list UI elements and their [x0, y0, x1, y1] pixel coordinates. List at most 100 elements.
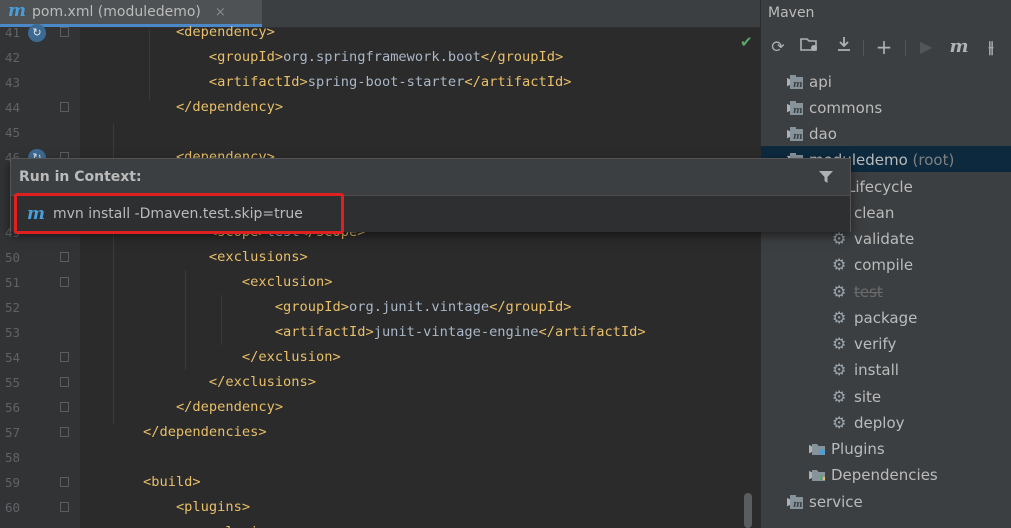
code-line[interactable]: 59 <build> — [0, 470, 760, 495]
line-number: 59 — [4, 475, 20, 490]
lifecycle-goal-test[interactable]: ⚙ test — [832, 279, 883, 305]
code-text: <plugin> — [110, 520, 275, 528]
tree-dependencies[interactable]: ▶Dependencies — [809, 462, 938, 488]
ide-window: m pom.xml (moduledemo) × 41 ↻ <dependency… — [0, 0, 1011, 528]
maven-module-icon: m — [790, 101, 803, 116]
download-icon[interactable] — [832, 35, 856, 59]
line-number: 56 — [4, 400, 20, 415]
code-line[interactable]: 60 <plugins> — [0, 495, 760, 520]
lifecycle-goal-site[interactable]: ⚙ site — [832, 384, 881, 410]
code-line[interactable]: 45 — [0, 120, 760, 145]
gear-icon: ⚙ — [832, 282, 847, 301]
line-number: 44 — [4, 100, 20, 115]
code-line[interactable]: 43 <artifactId>spring-boot-starter</arti… — [0, 70, 760, 95]
tree-module-service[interactable]: ▶mservice — [787, 489, 863, 515]
line-number: 45 — [4, 125, 20, 140]
code-text: <plugins> — [175, 499, 251, 515]
plugins-folder-icon — [812, 444, 825, 455]
line-number: 52 — [4, 300, 20, 315]
maven-toolbar: ⟳ + ▶ m ⫲ — [761, 33, 1011, 63]
tree-module-dao[interactable]: ▶mdao — [787, 121, 837, 147]
lifecycle-goal-compile[interactable]: ⚙ compile — [832, 252, 914, 278]
fold-marker-icon[interactable] — [60, 352, 69, 362]
fold-marker-icon[interactable] — [60, 27, 69, 37]
fold-marker-icon[interactable] — [60, 502, 69, 512]
code-line[interactable]: 41 ↻ <dependency> — [0, 20, 760, 45]
code-line[interactable]: 56 </dependency> — [0, 395, 760, 420]
tab-title: pom.xml (moduledemo) — [32, 4, 201, 20]
gutter-navigate-icon[interactable]: ↻ — [28, 24, 46, 42]
tree-module-api[interactable]: ▶mapi — [787, 69, 832, 95]
run-icon[interactable]: ▶ — [914, 35, 938, 59]
maven-file-icon: m — [8, 1, 26, 21]
tree-item-label: package — [854, 309, 918, 327]
lifecycle-goal-verify[interactable]: ⚙ verify — [832, 331, 897, 357]
code-line[interactable]: 50 <exclusions> — [0, 245, 760, 270]
code-line[interactable]: 61 <plugin> — [0, 520, 760, 528]
gear-icon: ⚙ — [832, 387, 847, 406]
code-line[interactable]: 58 — [0, 445, 760, 470]
maven-icon[interactable]: m — [947, 35, 971, 59]
lifecycle-goal-clean[interactable]: ⚙clean — [832, 200, 895, 226]
code-text: </exclusions> — [208, 374, 317, 390]
add-folder-icon[interactable] — [797, 35, 821, 59]
line-number: 50 — [4, 250, 20, 265]
lifecycle-goal-package[interactable]: ⚙ package — [832, 305, 918, 331]
code-line[interactable]: 53 <artifactId>junit-vintage-engine</art… — [0, 320, 760, 345]
lifecycle-goal-install[interactable]: ⚙ install — [832, 357, 899, 383]
line-number: 57 — [4, 425, 20, 440]
reload-icon[interactable]: ⟳ — [766, 35, 790, 59]
svg-text:m: m — [793, 106, 803, 116]
tree-item-label: clean — [854, 204, 895, 222]
line-number: 58 — [4, 450, 20, 465]
tree-module-commons[interactable]: ▶mcommons — [787, 95, 882, 121]
code-line[interactable]: 51 <exclusion> — [0, 270, 760, 295]
tree-item-label: Plugins — [831, 440, 885, 458]
code-line[interactable]: 57 </dependencies> — [0, 420, 760, 445]
code-text: </exclusion> — [241, 349, 341, 365]
gear-icon: ⚙ — [832, 360, 847, 379]
tree-item-label: dao — [809, 125, 837, 143]
line-number: 51 — [4, 275, 20, 290]
fold-marker-icon[interactable] — [60, 252, 69, 262]
code-line[interactable]: 44 </dependency> — [0, 95, 760, 120]
svg-text:m: m — [793, 132, 803, 142]
lifecycle-goal-deploy[interactable]: ⚙ deploy — [832, 410, 905, 436]
code-line[interactable]: 55 </exclusions> — [0, 370, 760, 395]
maven-panel: Maven ⟳ + ▶ m ⫲ ▶mapi▶mcommons▶mdao▼mmod… — [760, 0, 1011, 528]
plus-icon[interactable]: + — [872, 35, 896, 59]
tree-item-label: verify — [854, 335, 897, 353]
code-line[interactable]: 52 <groupId>org.junit.vintage</groupId> — [0, 295, 760, 320]
code-text: </dependencies> — [142, 424, 267, 440]
fold-marker-icon[interactable] — [60, 402, 69, 412]
skip-tests-icon[interactable]: ⫲ — [979, 35, 1003, 59]
editor-scrollbar[interactable] — [744, 493, 752, 528]
fold-marker-icon[interactable] — [60, 377, 69, 387]
code-text: <exclusion> — [241, 274, 333, 290]
svg-text:m: m — [793, 80, 803, 90]
code-line[interactable]: 42 <groupId>org.springframework.boot</gr… — [0, 45, 760, 70]
code-text: <build> — [142, 474, 201, 490]
highlight-box — [14, 193, 344, 234]
filter-icon[interactable] — [818, 169, 834, 185]
fold-marker-icon[interactable] — [60, 427, 69, 437]
tree-plugins[interactable]: ▶Plugins — [809, 436, 885, 462]
line-number: 61 — [0, 520, 20, 528]
tree-item-label: test — [854, 283, 883, 301]
toolbar-separator — [905, 40, 906, 56]
lifecycle-goal-validate[interactable]: ⚙ validate — [832, 226, 914, 252]
svg-text:m: m — [793, 500, 803, 510]
code-text: <groupId>org.junit.vintage</groupId> — [274, 299, 572, 315]
fold-marker-icon[interactable] — [60, 102, 69, 112]
line-number: 43 — [4, 75, 20, 90]
close-tab-icon[interactable]: × — [215, 5, 226, 20]
tree-item-label: api — [809, 73, 832, 91]
tree-lifecycle[interactable]: ▼Lifecycle — [825, 174, 913, 200]
fold-marker-icon[interactable] — [60, 277, 69, 287]
tree-item-label: compile — [854, 256, 914, 274]
tree-item-label: deploy — [854, 414, 905, 432]
code-line[interactable]: 54 </exclusion> — [0, 345, 760, 370]
fold-marker-icon[interactable] — [60, 477, 69, 487]
dependencies-folder-icon — [812, 470, 825, 481]
line-number: 41 — [4, 25, 20, 40]
